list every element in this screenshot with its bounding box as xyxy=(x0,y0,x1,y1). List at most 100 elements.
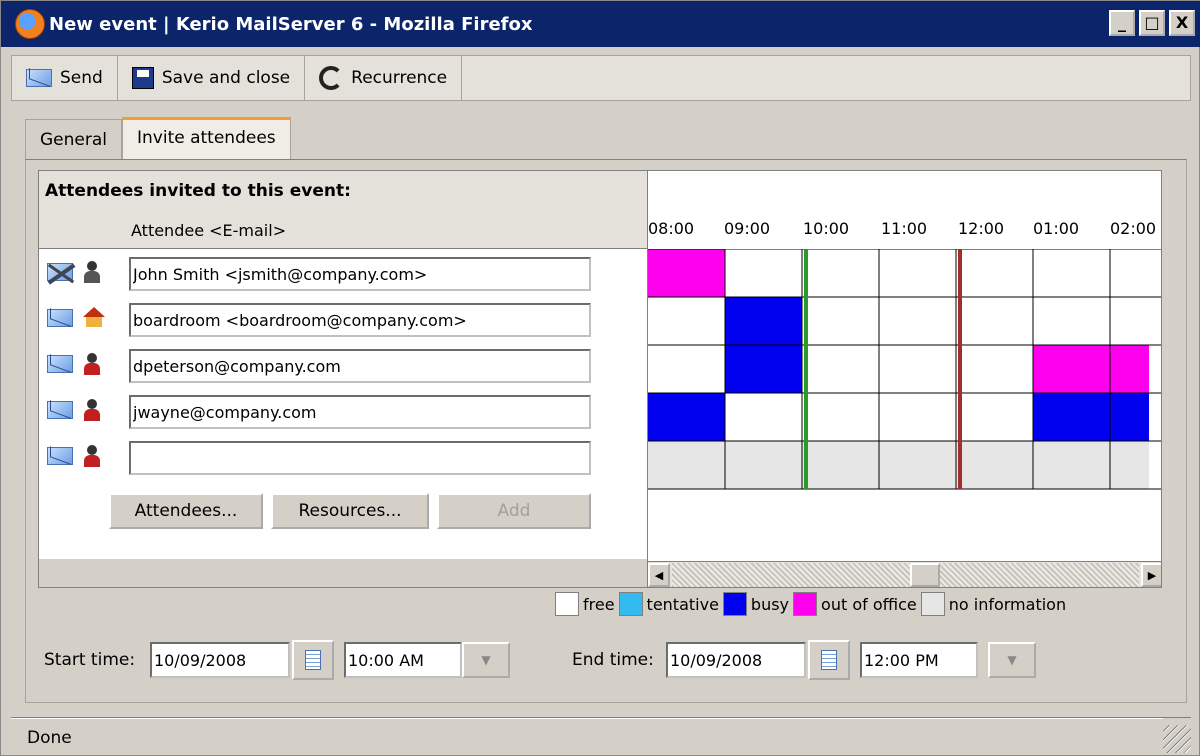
event-start-marker[interactable] xyxy=(804,249,808,489)
end-date-input[interactable] xyxy=(666,642,806,678)
scroll-right-arrow-icon[interactable]: ▶ xyxy=(1141,563,1161,587)
legend-free: free xyxy=(583,594,615,614)
attendee-row xyxy=(39,433,647,479)
start-date-picker-button[interactable] xyxy=(292,640,334,680)
freebusy-cell-free xyxy=(956,345,1033,393)
attendee-row xyxy=(39,295,647,341)
tab-strip: General Invite attendees xyxy=(25,117,291,159)
save-and-close-button[interactable]: Save and close xyxy=(118,56,306,100)
freebusy-cell-free xyxy=(879,249,956,297)
invite-attendees-panel: Attendees invited to this event: Attende… xyxy=(25,159,1187,703)
tab-invite-attendees[interactable]: Invite attendees xyxy=(122,117,291,159)
freebusy-cell-free xyxy=(879,345,956,393)
freebusy-cells xyxy=(648,249,1161,490)
attendee-input[interactable] xyxy=(129,349,591,383)
end-time-input[interactable] xyxy=(860,642,978,678)
start-date-input[interactable] xyxy=(150,642,290,678)
freebusy-cell-free xyxy=(648,345,725,393)
recurrence-button[interactable]: Recurrence xyxy=(305,56,463,100)
freebusy-cell-busy xyxy=(1033,393,1110,441)
hour-label: 09:00 xyxy=(724,219,771,238)
freebusy-cell-noinfo xyxy=(648,441,725,489)
maximize-button[interactable]: □ xyxy=(1139,10,1165,36)
freebusy-cell-free xyxy=(956,297,1033,345)
attendees-scheduler: Attendees invited to this event: Attende… xyxy=(38,170,1162,588)
attendee-input[interactable] xyxy=(129,257,591,291)
recurrence-icon xyxy=(319,66,344,90)
mail-icon[interactable] xyxy=(47,309,73,327)
status-separator xyxy=(11,718,1163,719)
status-bar: Done xyxy=(11,717,1191,753)
attendee-input-empty[interactable] xyxy=(129,441,591,475)
start-time-dropdown[interactable]: ▼ xyxy=(462,642,510,678)
hour-label: 10:00 xyxy=(803,219,850,238)
hour-label: 01:00 xyxy=(1033,219,1080,238)
freebusy-cell-free xyxy=(802,345,879,393)
time-range: Start time: ▼ End time: ▼ xyxy=(42,640,1172,680)
tab-general[interactable]: General xyxy=(25,119,122,159)
legend: free tentative busy out of office no inf… xyxy=(551,592,1066,616)
scrollbar-track[interactable] xyxy=(672,563,1139,587)
freebusy-cell-noinfo xyxy=(1033,441,1110,489)
attendee-column-header: Attendee <E-mail> xyxy=(131,221,287,240)
scroll-left-arrow-icon[interactable]: ◀ xyxy=(648,563,670,587)
attendee-list: Attendees... Resources... Add xyxy=(39,249,647,561)
add-button: Add xyxy=(437,493,591,529)
freebusy-cell-busy xyxy=(725,345,802,393)
resize-grip-icon[interactable] xyxy=(1163,725,1191,753)
freebusy-cell-busy xyxy=(1110,393,1149,441)
calendar-icon xyxy=(305,650,321,670)
freebusy-cell-busy xyxy=(648,393,725,441)
browser-window: New event | Kerio MailServer 6 - Mozilla… xyxy=(0,0,1200,756)
person-icon xyxy=(83,445,101,467)
attendees-button[interactable]: Attendees... xyxy=(109,493,263,529)
freebusy-cell-free xyxy=(1110,249,1149,297)
person-icon xyxy=(83,399,101,421)
mail-icon[interactable] xyxy=(47,447,73,465)
minimize-button[interactable]: _ xyxy=(1109,10,1135,36)
title-bar: New event | Kerio MailServer 6 - Mozilla… xyxy=(1,1,1200,47)
attendee-row xyxy=(39,249,647,295)
start-time-input[interactable] xyxy=(344,642,462,678)
freebusy-cell-free xyxy=(956,393,1033,441)
hour-label: 08:00 xyxy=(648,219,695,238)
person-icon xyxy=(83,261,101,283)
scrollbar-thumb[interactable] xyxy=(910,563,940,587)
mail-icon[interactable] xyxy=(47,401,73,419)
resources-button[interactable]: Resources... xyxy=(271,493,429,529)
event-end-marker[interactable] xyxy=(958,249,962,489)
hour-header: 08:00 09:00 10:00 11:00 12:00 01:00 02:0… xyxy=(648,219,1161,243)
window-controls: _ □ X xyxy=(1109,10,1195,36)
legend-swatch-free xyxy=(555,592,579,616)
freebusy-cell-free xyxy=(802,297,879,345)
legend-swatch-busy xyxy=(722,592,747,616)
freebusy-cell-noinfo xyxy=(956,441,1033,489)
send-button[interactable]: Send xyxy=(12,56,118,100)
send-label: Send xyxy=(60,68,103,88)
legend-no-information: no information xyxy=(948,594,1067,614)
end-time-dropdown[interactable]: ▼ xyxy=(988,642,1036,678)
house-icon xyxy=(83,307,105,327)
close-button[interactable]: X xyxy=(1169,10,1195,36)
mail-icon[interactable] xyxy=(47,355,73,373)
end-date-picker-button[interactable] xyxy=(808,640,850,680)
freebusy-cell-noinfo xyxy=(1110,441,1149,489)
attendees-header: Attendees invited to this event: Attende… xyxy=(39,171,647,249)
legend-swatch-tentative xyxy=(618,592,643,616)
freebusy-cell-free xyxy=(1033,297,1110,345)
crossed-mail-icon[interactable] xyxy=(47,263,73,281)
window-title: New event | Kerio MailServer 6 - Mozilla… xyxy=(49,13,533,35)
freebusy-cell-free xyxy=(648,297,725,345)
attendee-input[interactable] xyxy=(129,395,591,429)
floppy-disk-icon xyxy=(131,67,154,89)
attendee-row xyxy=(39,387,647,433)
attendees-heading: Attendees invited to this event: xyxy=(45,181,351,201)
mail-icon xyxy=(26,69,52,87)
status-text: Done xyxy=(27,728,72,748)
freebusy-cell-free xyxy=(1110,297,1149,345)
freebusy-cell-free xyxy=(802,393,879,441)
attendee-input[interactable] xyxy=(129,303,591,337)
freebusy-cell-free xyxy=(725,249,802,297)
legend-swatch-no-information xyxy=(920,592,945,616)
horizontal-scrollbar[interactable]: ◀ ▶ xyxy=(648,561,1161,587)
